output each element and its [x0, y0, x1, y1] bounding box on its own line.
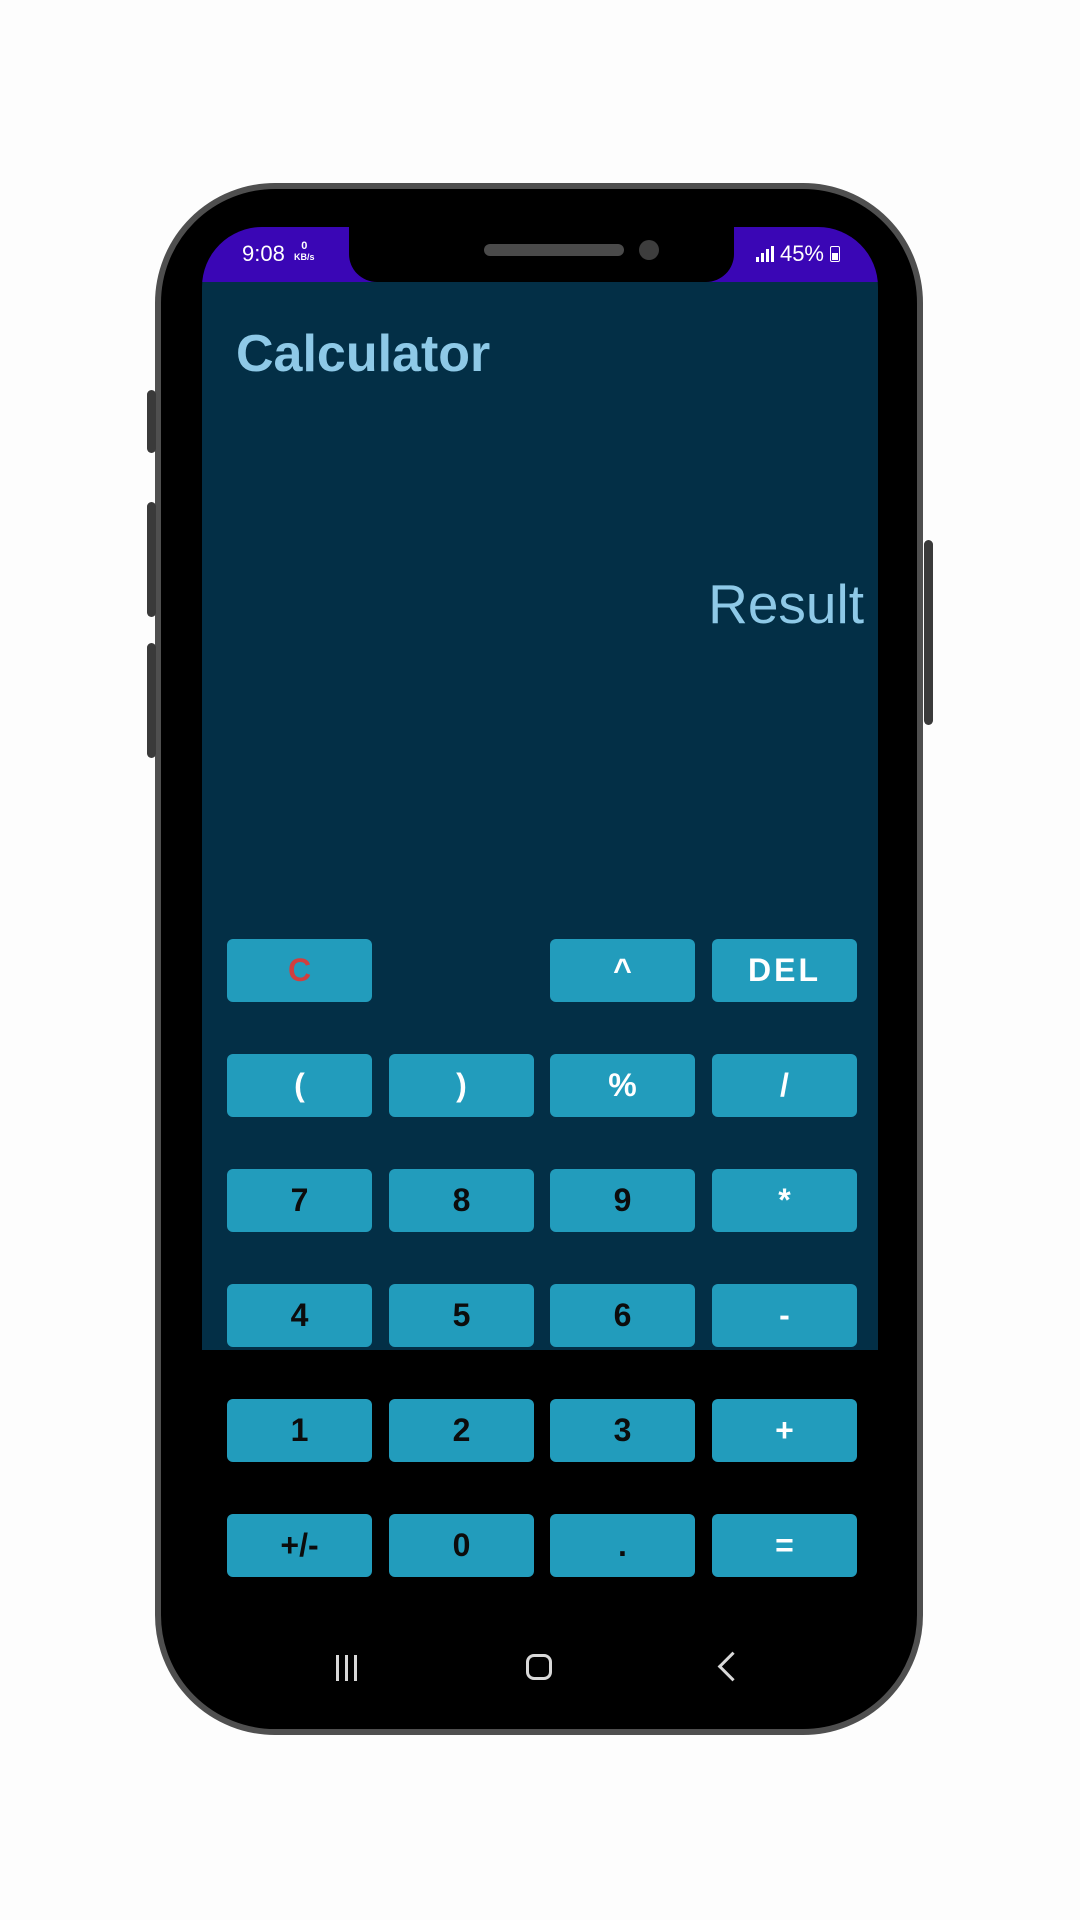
- speaker-grille: [484, 244, 624, 256]
- decimal-button[interactable]: .: [550, 1514, 695, 1577]
- digit-1-button[interactable]: 1: [227, 1399, 372, 1462]
- clear-button[interactable]: C: [227, 939, 372, 1002]
- app-title: Calculator: [236, 325, 491, 383]
- battery-percent: 45%: [779, 241, 824, 266]
- network-speed-value: 0: [301, 240, 308, 252]
- status-time: 9:08: [242, 241, 285, 266]
- navigation-bar: [202, 1625, 878, 1690]
- digit-8-button[interactable]: 8: [389, 1169, 534, 1232]
- back-icon[interactable]: [717, 1651, 748, 1682]
- digit-7-button[interactable]: 7: [227, 1169, 372, 1232]
- negate-button[interactable]: +/-: [227, 1514, 372, 1577]
- phone-side-button-1: [147, 390, 156, 453]
- digit-0-button[interactable]: 0: [389, 1514, 534, 1577]
- equals-button[interactable]: =: [712, 1514, 857, 1577]
- digit-9-button[interactable]: 9: [550, 1169, 695, 1232]
- battery-icon: [830, 246, 840, 262]
- percent-button[interactable]: %: [550, 1054, 695, 1117]
- network-speed-unit: KB/s: [294, 252, 315, 262]
- delete-button[interactable]: DEL: [712, 939, 857, 1002]
- front-camera: [639, 240, 659, 260]
- result-display: Result: [708, 573, 864, 635]
- camera-notch: [349, 227, 734, 282]
- divide-button[interactable]: /: [712, 1054, 857, 1117]
- minus-button[interactable]: -: [712, 1284, 857, 1347]
- home-icon[interactable]: [526, 1654, 552, 1680]
- phone-screen: 9:08 0 KB/s 45% Calculator Result C ^ DE…: [202, 227, 878, 1690]
- phone-power-button: [924, 540, 933, 725]
- open-paren-button[interactable]: (: [227, 1054, 372, 1117]
- status-right: 45%: [755, 241, 840, 267]
- signal-icon: [755, 246, 774, 262]
- plus-button[interactable]: +: [712, 1399, 857, 1462]
- calculator-app: Calculator Result C ^ DEL ( ) % / 7 8 9 …: [202, 282, 878, 1577]
- multiply-button[interactable]: *: [712, 1169, 857, 1232]
- digit-4-button[interactable]: 4: [227, 1284, 372, 1347]
- close-paren-button[interactable]: ): [389, 1054, 534, 1117]
- phone-side-button-3: [147, 643, 156, 758]
- power-button[interactable]: ^: [550, 939, 695, 1002]
- phone-side-button-2: [147, 502, 156, 617]
- digit-5-button[interactable]: 5: [389, 1284, 534, 1347]
- recents-icon[interactable]: [336, 1655, 357, 1681]
- digit-6-button[interactable]: 6: [550, 1284, 695, 1347]
- digit-3-button[interactable]: 3: [550, 1399, 695, 1462]
- network-speed: 0 KB/s: [294, 241, 315, 263]
- digit-2-button[interactable]: 2: [389, 1399, 534, 1462]
